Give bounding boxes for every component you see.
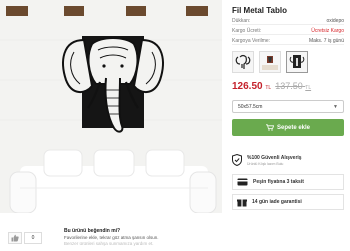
product-title: Fil Metal Tablo [232, 6, 287, 15]
gift-box-icon [237, 199, 247, 206]
like-description-line-1: Favorilerine ekle, tekrar göz atma şansı… [64, 235, 159, 240]
shopping-cart-icon [265, 124, 274, 131]
add-to-cart-label: Sepete ekle [276, 124, 311, 131]
size-select[interactable]: 50x57.5cm ▼ [232, 100, 344, 113]
thumbnail-2[interactable] [259, 51, 281, 73]
return-guarantee-feature: 14 gün iade garantisi [232, 194, 344, 210]
thumbnail-3[interactable] [286, 51, 308, 73]
chevron-down-icon: ▼ [333, 104, 338, 110]
old-price: 137.50 TL [275, 81, 312, 91]
meta-label: Kargo Ücreti: [232, 28, 262, 34]
free-shipping-value: Ücretsiz Kargo [311, 28, 344, 34]
thumbnail-strip [232, 51, 344, 73]
elephant-panel-thumbnail-icon [289, 55, 305, 68]
product-info-panel: Fil Metal Tablo Dükkan: oxidepo Kargo Üc… [232, 6, 344, 210]
meta-label: Dükkan: [232, 18, 251, 24]
current-price: 126.50 TL [232, 81, 272, 92]
like-button[interactable] [8, 232, 22, 244]
like-description-line-2: Benzer ürünleri sahşa sunmamıza yardım e… [64, 241, 154, 246]
elephant-room-thumbnail-icon [262, 56, 278, 70]
meta-label: Kargoya Verilme: [232, 38, 271, 44]
product-main-image[interactable] [0, 0, 222, 213]
installment-feature: Peşin fiyatına 3 taksit [232, 174, 344, 190]
thumbnail-1[interactable] [232, 51, 254, 73]
like-question: Bu ürünü beğendin mi? [64, 228, 121, 234]
like-prompt-text: Bu ürünü beğendin mi? Favorilerine ekle,… [64, 228, 224, 246]
guarantee-title: %100 Güvenli Alışveriş [247, 154, 302, 161]
return-label: 14 gün iade garantisi [252, 199, 302, 205]
meta-row-shipping-fee: Kargo Ücreti: Ücretsiz Kargo [232, 26, 344, 35]
thumbs-up-icon [11, 234, 19, 242]
meta-row-shop: Dükkan: oxidepo [232, 16, 344, 25]
shop-name-link[interactable]: oxidepo [326, 18, 344, 24]
shield-check-icon [232, 154, 242, 166]
size-select-value: 50x57.5cm [238, 104, 263, 110]
credit-card-icon [237, 178, 248, 186]
elephant-wall-art-photo [0, 0, 222, 213]
dispatch-time-value: Maks. 7 iş günü [308, 38, 344, 44]
elephant-thumbnail-icon [235, 54, 251, 69]
add-to-cart-button[interactable]: Sepete ekle [232, 119, 344, 136]
installment-label: Peşin fiyatına 3 taksit [253, 179, 304, 185]
like-prompt: 0 Bu ürünü beğendin mi? Favorilerine ekl… [8, 226, 222, 251]
meta-row-dispatch: Kargoya Verilme: Maks. 7 iş günü [232, 36, 344, 45]
secure-shopping-badge: %100 Güvenli Alışveriş Ürünlü Köşk lazım… [232, 150, 344, 170]
guarantee-subtitle: Ürünlü Köşk lazım Bulu [247, 161, 284, 166]
like-count: 0 [24, 232, 42, 244]
price-row: 126.50 TL 137.50 TL [232, 81, 344, 95]
